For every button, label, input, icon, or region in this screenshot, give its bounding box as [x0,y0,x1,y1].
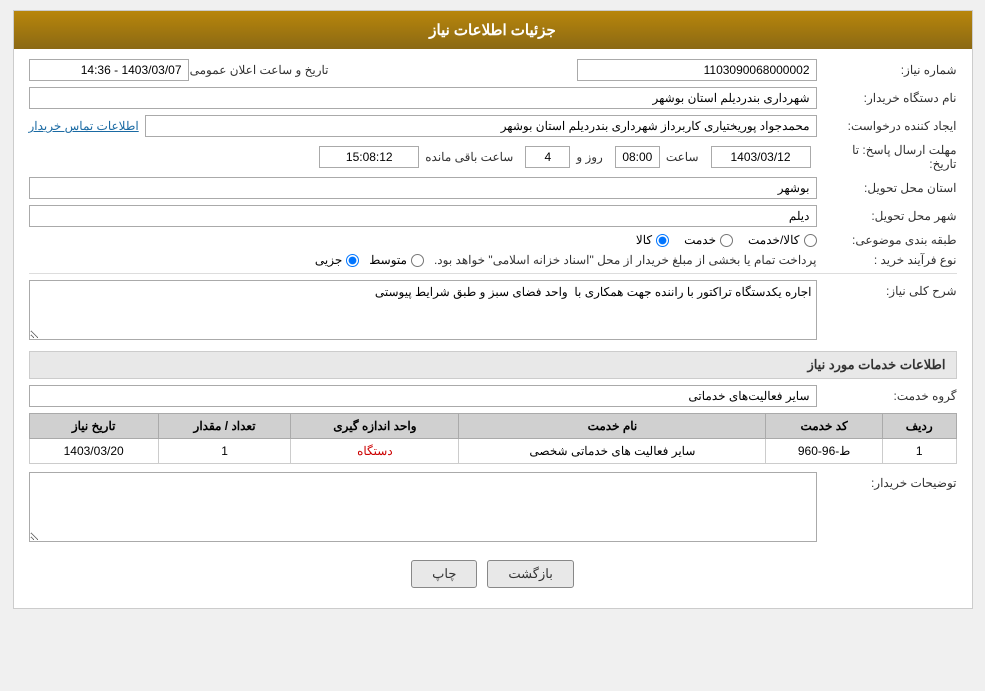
nooe-jozei-item[interactable]: جزیی [315,253,359,267]
tasnif-khedmat-item[interactable]: خدمت [684,233,733,247]
nooe-jozei-radio[interactable] [346,254,359,267]
mohlat-date-input[interactable] [711,146,811,168]
tasnif-row: طبقه بندی موضوعی: کالا/خدمت خدمت کالا [29,233,957,247]
tozihat-value-cell [29,472,817,545]
nooe-motavaset-item[interactable]: متوسط [369,253,424,267]
cell-radif: 1 [882,439,956,464]
tasnif-kala-khedmat-item[interactable]: کالا/خدمت [748,233,816,247]
mohlat-row: مهلت ارسال پاسخ: تا تاریخ: ساعت روز و سا… [29,143,957,171]
tozihat-row: توضیحات خریدار: [29,472,957,545]
cell-tedad: 1 [158,439,291,464]
tasnif-khedmat-label: خدمت [684,233,716,247]
col-vahed: واحد اندازه گیری [291,414,459,439]
services-table: ردیف کد خدمت نام خدمت واحد اندازه گیری ت… [29,413,957,464]
tarikhe-elam-input[interactable] [29,59,189,81]
grooh-value-cell [29,385,817,407]
col-radif: ردیف [882,414,956,439]
tasnif-kala-label: کالا [636,233,652,247]
tasnif-kala-khedmat-label: کالا/خدمت [748,233,799,247]
ejad-link[interactable]: اطلاعات تماس خریدار [29,119,139,133]
mohlat-saat-mande-input[interactable] [319,146,419,168]
table-row: 1 ط-96-960 سایر فعالیت های خدماتی شخصی د… [29,439,956,464]
tarikhe-elam-group: تاریخ و ساعت اعلان عمومی: [189,63,329,77]
khadamat-section-title: اطلاعات خدمات مورد نیاز [29,351,957,379]
mohlat-saat-input[interactable] [615,146,660,168]
nooe-value-cell: پرداخت تمام یا بخشی از مبلغ خریدار از مح… [29,253,817,267]
ostan-row: استان محل تحویل: [29,177,957,199]
content-area: شماره نیاز: تاریخ و ساعت اعلان عمومی: نا… [14,49,972,608]
grooh-label: گروه خدمت: [817,389,957,403]
cell-vahed: دستگاه [291,439,459,464]
mohlat-label: مهلت ارسال پاسخ: تا تاریخ: [817,143,957,171]
grooh-input[interactable] [29,385,817,407]
tozihat-label: توضیحات خریدار: [817,472,957,490]
name-dastgah-row: نام دستگاه خریدار: [29,87,957,109]
main-container: جزئیات اطلاعات نیاز شماره نیاز: تاریخ و … [13,10,973,609]
col-tarikh: تاریخ نیاز [29,414,158,439]
sharh-textarea[interactable] [29,280,817,340]
cell-name: سایر فعالیت های خدماتی شخصی [459,439,766,464]
mohlat-rooz-label: روز و [576,150,603,164]
shahr-row: شهر محل تحویل: [29,205,957,227]
ostan-label: استان محل تحویل: [817,181,957,195]
sharh-row: شرح کلی نیاز: [29,280,957,343]
table-body: 1 ط-96-960 سایر فعالیت های خدماتی شخصی د… [29,439,956,464]
cell-tarikh: 1403/03/20 [29,439,158,464]
tarikhe-elam-label: تاریخ و ساعت اعلان عمومی: [178,63,328,77]
nooe-jozei-label: جزیی [315,253,342,267]
ostan-input[interactable] [29,177,817,199]
sharh-value-cell [29,280,817,343]
col-code: کد خدمت [766,414,883,439]
ejad-value-cell: اطلاعات تماس خریدار [29,115,817,137]
tasnif-khedmat-radio[interactable] [720,234,733,247]
shomare-niaz-input[interactable] [577,59,817,81]
ejad-row: ایجاد کننده درخواست: اطلاعات تماس خریدار [29,115,957,137]
grooh-row: گروه خدمت: [29,385,957,407]
tasnif-kala-radio[interactable] [656,234,669,247]
button-row: بازگشت چاپ [29,560,957,588]
nooe-label: نوع فرآیند خرید : [817,253,957,267]
nooe-motavaset-label: متوسط [369,253,407,267]
table-head: ردیف کد خدمت نام خدمت واحد اندازه گیری ت… [29,414,956,439]
ejad-label: ایجاد کننده درخواست: [817,119,957,133]
print-button[interactable]: چاپ [411,560,477,588]
name-dastgah-input[interactable] [29,87,817,109]
tasnif-kala-khedmat-radio[interactable] [804,234,817,247]
shomare-niaz-value-cell [349,59,817,81]
shomare-niaz-label: شماره نیاز: [817,63,957,77]
name-dastgah-label: نام دستگاه خریدار: [817,91,957,105]
col-name: نام خدمت [459,414,766,439]
name-dastgah-value-cell [29,87,817,109]
shahr-label: شهر محل تحویل: [817,209,957,223]
page-header: جزئیات اطلاعات نیاز [14,11,972,49]
tasnif-kala-item[interactable]: کالا [636,233,669,247]
table-header-row: ردیف کد خدمت نام خدمت واحد اندازه گیری ت… [29,414,956,439]
page-title: جزئیات اطلاعات نیاز [429,22,556,39]
nooe-motavaset-radio[interactable] [411,254,424,267]
tozihat-textarea[interactable] [29,472,817,542]
nooe-row: نوع فرآیند خرید : پرداخت تمام یا بخشی از… [29,253,957,267]
shahr-input[interactable] [29,205,817,227]
ejad-input[interactable] [145,115,817,137]
shomare-niaz-row: شماره نیاز: تاریخ و ساعت اعلان عمومی: [29,59,957,81]
shahr-value-cell [29,205,817,227]
sharh-label: شرح کلی نیاز: [817,280,957,298]
nooe-note: پرداخت تمام یا بخشی از مبلغ خریدار از مح… [434,253,817,267]
back-button[interactable]: بازگشت [487,560,573,588]
mohlat-rooz-input[interactable] [525,146,570,168]
ostan-value-cell [29,177,817,199]
mohlat-saat-label: ساعت [666,150,699,164]
cell-code: ط-96-960 [766,439,883,464]
tasnif-value-cell: کالا/خدمت خدمت کالا [29,233,817,247]
tasnif-label: طبقه بندی موضوعی: [817,233,957,247]
mohlat-saat-mande-label: ساعت باقی مانده [425,150,513,164]
col-tedad: تعداد / مقدار [158,414,291,439]
